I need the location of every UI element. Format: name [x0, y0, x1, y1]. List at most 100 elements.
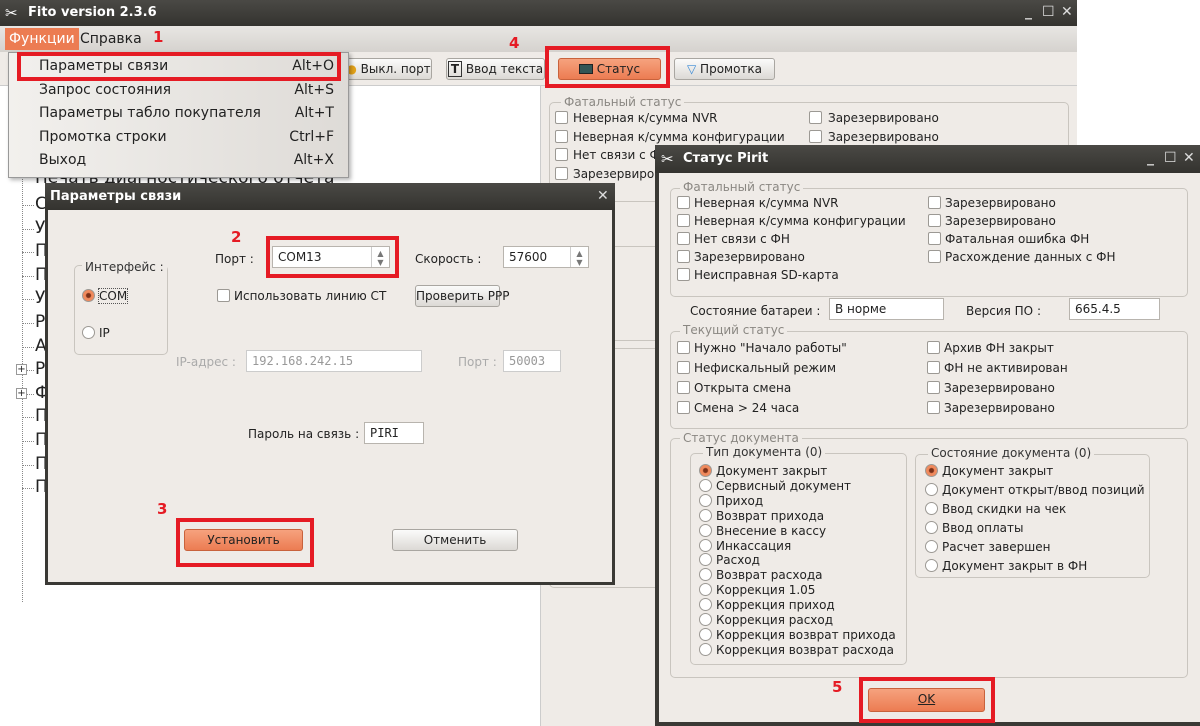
use-ct-label[interactable]: Использовать линию CT [234, 289, 386, 303]
status-checkbox-label: Зарезервировано [945, 214, 1056, 228]
status-checkbox [677, 341, 690, 354]
status-dialog-body: Фатальный статус Состояние батареи : В н… [659, 173, 1200, 722]
status-checkbox-label: Зарезервировано [694, 250, 805, 264]
status-checkbox-label: Неисправная SD-карта [694, 268, 839, 282]
cancel-button[interactable]: Отменить [392, 529, 518, 551]
menu-help[interactable]: Справка [80, 31, 142, 47]
status-checkbox-label: Нефискальный режим [694, 361, 837, 375]
status-radio-label: Возврат расхода [716, 568, 823, 583]
radio-ip[interactable] [82, 326, 95, 339]
menu-item[interactable]: Выход Alt+X [9, 149, 349, 172]
status-dialog-title: Статус Pirit [683, 151, 769, 166]
battery-label: Состояние батареи : [690, 304, 821, 318]
radio-com[interactable] [82, 289, 95, 302]
tree-guide-dots [22, 252, 34, 254]
status-radio-label: Документ закрыт [716, 464, 828, 478]
window-title: Fito version 2.3.6 [28, 5, 157, 20]
step-number-3: 3 [157, 500, 168, 518]
radio-ip-label[interactable]: IP [99, 326, 110, 340]
status-checkbox-label: Зарезервировано [944, 381, 1055, 395]
menu-item-shortcut: Alt+S [294, 81, 334, 98]
version-field: 665.4.5 [1069, 298, 1160, 320]
radio-com-label[interactable]: COM [97, 288, 129, 304]
status-radio [699, 598, 712, 612]
minimize-icon[interactable]: _ [1147, 150, 1154, 166]
battery-field: В норме [829, 298, 944, 320]
close-icon[interactable]: ✕ [1061, 4, 1073, 20]
status-checkbox [928, 250, 941, 263]
tree-item[interactable]: У [35, 288, 45, 308]
status-dialog: ✂ Статус Pirit _ ☐ ✕ Фатальный статус Со… [655, 145, 1200, 726]
doc-title: Статус документа [680, 431, 802, 445]
main-titlebar: ✂ Fito version 2.3.6 _ ☐ ✕ [0, 0, 1077, 26]
menu-item[interactable]: Промотка строки Ctrl+F [9, 126, 349, 149]
status-checkbox-label: Фатальная ошибка ФН [945, 232, 1090, 246]
status-radio-label: Документ закрыт [942, 464, 1054, 478]
text-input-button[interactable]: T Ввод текста [446, 58, 545, 80]
menu-item[interactable]: Запрос состояния Alt+S [9, 79, 349, 102]
status-radio-label: Инкассация [716, 538, 792, 553]
minimize-icon[interactable]: _ [1025, 4, 1032, 20]
menu-item-label: Запрос состояния [39, 81, 172, 98]
expand-plus-icon[interactable]: + [16, 364, 27, 376]
status-radio-label: Коррекция 1.05 [716, 583, 816, 598]
status-radio-label: Внесение в кассу [716, 523, 827, 538]
menu-item-shortcut: Alt+T [294, 105, 334, 122]
port-label: Порт : [215, 252, 254, 266]
current-title: Текущий статус [680, 323, 788, 337]
expand-plus-icon[interactable]: + [16, 387, 27, 399]
close-icon[interactable]: ✕ [597, 188, 609, 204]
password-label: Пароль на связь : [248, 427, 360, 441]
menu-item[interactable]: Параметры табло покупателя Alt+T [9, 102, 349, 125]
bg-fatal-label: Зарезервировано [828, 111, 939, 125]
status-radio [925, 483, 938, 496]
status-radio [925, 559, 938, 572]
tree-guide-dots [22, 323, 34, 324]
menu-item-label: Промотка строки [39, 128, 167, 145]
doc-state-title: Состояние документа (0) [928, 446, 1095, 460]
status-dialog-titlebar: ✂ Статус Pirit _ ☐ ✕ [655, 145, 1200, 173]
menu-functions[interactable]: Функции [5, 28, 79, 50]
text-t-icon: T [447, 61, 463, 77]
status-radio [699, 493, 712, 507]
spin-arrows-icon[interactable]: ▲ ▼ [570, 247, 588, 267]
status-radio [699, 523, 712, 537]
status-radio [699, 478, 712, 492]
ip-port-input[interactable]: 50003 [503, 350, 561, 372]
status-radio-label: Коррекция расход [716, 613, 834, 627]
status-radio [699, 642, 712, 656]
tree-item[interactable]: У [35, 218, 45, 238]
maximize-icon[interactable]: ☐ [1042, 4, 1055, 20]
maximize-icon[interactable]: ☐ [1164, 150, 1177, 166]
status-radio [925, 464, 938, 477]
tree-guide-dots [22, 346, 34, 348]
status-checkbox [677, 361, 690, 374]
tree-guide-dots [22, 275, 34, 277]
status-checkbox [677, 196, 690, 209]
status-checkbox [677, 232, 690, 245]
status-checkbox-label: ФН не активирован [944, 361, 1068, 375]
port-off-button[interactable]: ● Выкл. порт [345, 58, 432, 80]
check-ppp-button[interactable]: Проверить PPP [415, 285, 509, 307]
tree-guide-dots [22, 205, 34, 206]
status-radio-label: Коррекция возврат расхода [716, 642, 895, 657]
ip-input[interactable]: 192.168.242.15 [246, 350, 422, 372]
status-checkbox [927, 381, 940, 394]
status-checkbox [927, 341, 940, 354]
use-ct-checkbox[interactable] [217, 289, 230, 302]
status-radio-label: Коррекция возврат прихода [716, 627, 896, 642]
status-radio-label: Документ открыт/ввод позиций [942, 483, 1145, 497]
speed-select[interactable]: 57600 ▲ ▼ [503, 246, 589, 268]
close-icon[interactable]: ✕ [1183, 150, 1195, 166]
tree-item[interactable]: Р [35, 312, 45, 332]
status-radio [925, 521, 938, 534]
tree-item[interactable]: Р [35, 359, 45, 379]
status-radio [699, 508, 712, 522]
ip-label: IP-адрес : [176, 355, 236, 369]
status-checkbox [928, 196, 941, 209]
status-radio-label: Возврат прихода [716, 508, 825, 523]
tree-guide-dots [22, 228, 34, 230]
password-input[interactable]: PIRI [364, 422, 424, 444]
status-checkbox-label: Открыта смена [694, 381, 792, 395]
scroll-button[interactable]: ▽ Промотка [674, 58, 775, 80]
